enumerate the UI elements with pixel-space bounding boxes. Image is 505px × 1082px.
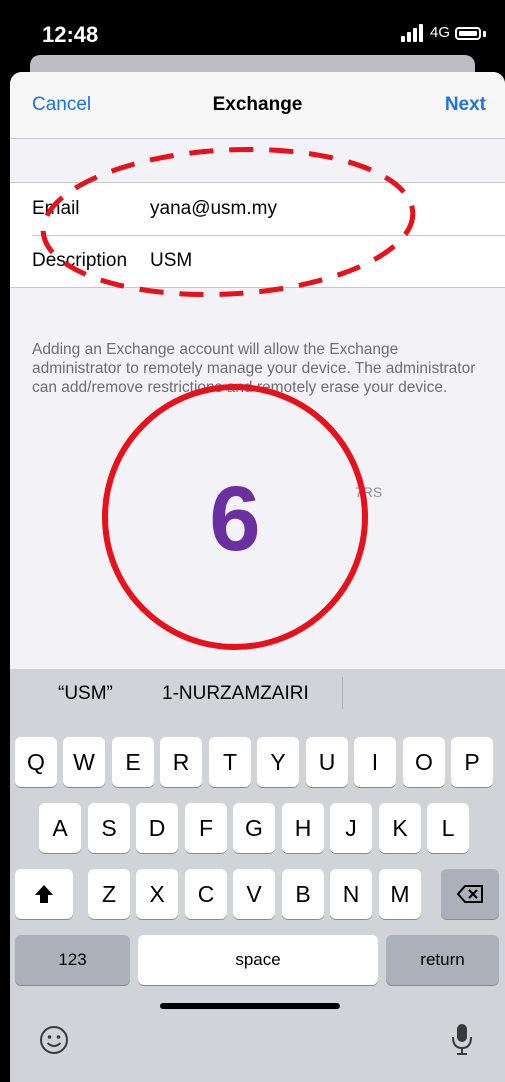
key-r[interactable]: R — [160, 737, 202, 787]
prediction-divider — [342, 677, 343, 709]
key-g[interactable]: G — [233, 803, 275, 853]
key-f[interactable]: F — [185, 803, 227, 853]
key-l[interactable]: L — [427, 803, 469, 853]
page-title: Exchange — [212, 94, 303, 115]
predictive-bar: “USM” 1-NURZAMZAIRI — [10, 669, 505, 719]
key-q[interactable]: Q — [15, 737, 57, 787]
emoji-icon[interactable] — [38, 1024, 70, 1056]
key-u[interactable]: U — [306, 737, 348, 787]
description-row[interactable]: Description USM — [10, 235, 505, 287]
key-o[interactable]: O — [403, 737, 445, 787]
key-d[interactable]: D — [136, 803, 178, 853]
prediction-name[interactable]: 1-NURZAMZAIRI — [162, 683, 309, 705]
return-key[interactable]: return — [386, 935, 499, 985]
email-field[interactable]: yana@usm.my — [150, 198, 277, 220]
status-time: 12:48 — [42, 22, 99, 47]
prediction-usm[interactable]: “USM” — [58, 683, 113, 705]
key-n[interactable]: N — [330, 869, 372, 919]
key-y[interactable]: Y — [257, 737, 299, 787]
numbers-key[interactable]: 123 — [15, 935, 130, 985]
home-indicator — [160, 1003, 340, 1009]
account-form: Email yana@usm.my Description USM — [10, 182, 505, 288]
key-e[interactable]: E — [112, 737, 154, 787]
key-s[interactable]: S — [88, 803, 130, 853]
space-key[interactable]: space — [138, 935, 378, 985]
battery-icon — [455, 27, 481, 40]
partial-text: 7RS — [355, 484, 383, 500]
key-i[interactable]: I — [354, 737, 396, 787]
key-c[interactable]: C — [185, 869, 227, 919]
key-b[interactable]: B — [282, 869, 324, 919]
key-h[interactable]: H — [282, 803, 324, 853]
status-bar: 12:48 4G — [0, 0, 505, 62]
key-z[interactable]: Z — [88, 869, 130, 919]
key-x[interactable]: X — [136, 869, 178, 919]
key-a[interactable]: A — [39, 803, 81, 853]
microphone-icon[interactable] — [450, 1022, 474, 1056]
delete-icon — [457, 885, 483, 903]
next-button[interactable]: Next — [445, 94, 486, 116]
exchange-notice: Adding an Exchange account will allow th… — [32, 341, 476, 396]
key-t[interactable]: T — [209, 737, 251, 787]
delete-key[interactable] — [441, 869, 499, 919]
key-m[interactable]: M — [379, 869, 421, 919]
key-v[interactable]: V — [233, 869, 275, 919]
description-field[interactable]: USM — [150, 250, 192, 272]
key-p[interactable]: P — [451, 737, 493, 787]
shift-key[interactable] — [15, 869, 73, 919]
exchange-sheet: Cancel Exchange Next Email yana@usm.my D… — [10, 72, 505, 1082]
signal-icon — [401, 24, 423, 42]
email-label: Email — [32, 198, 80, 219]
key-j[interactable]: J — [330, 803, 372, 853]
key-k[interactable]: K — [379, 803, 421, 853]
network-type: 4G — [430, 24, 451, 41]
email-row[interactable]: Email yana@usm.my — [10, 183, 505, 235]
description-label: Description — [32, 250, 128, 271]
battery-nub — [483, 31, 486, 37]
shift-icon — [35, 885, 53, 903]
nav-bar: Cancel Exchange Next — [10, 72, 505, 139]
keyboard: “USM” 1-NURZAMZAIRI Q W E R T Y U I O P … — [10, 669, 505, 1082]
key-w[interactable]: W — [63, 737, 105, 787]
